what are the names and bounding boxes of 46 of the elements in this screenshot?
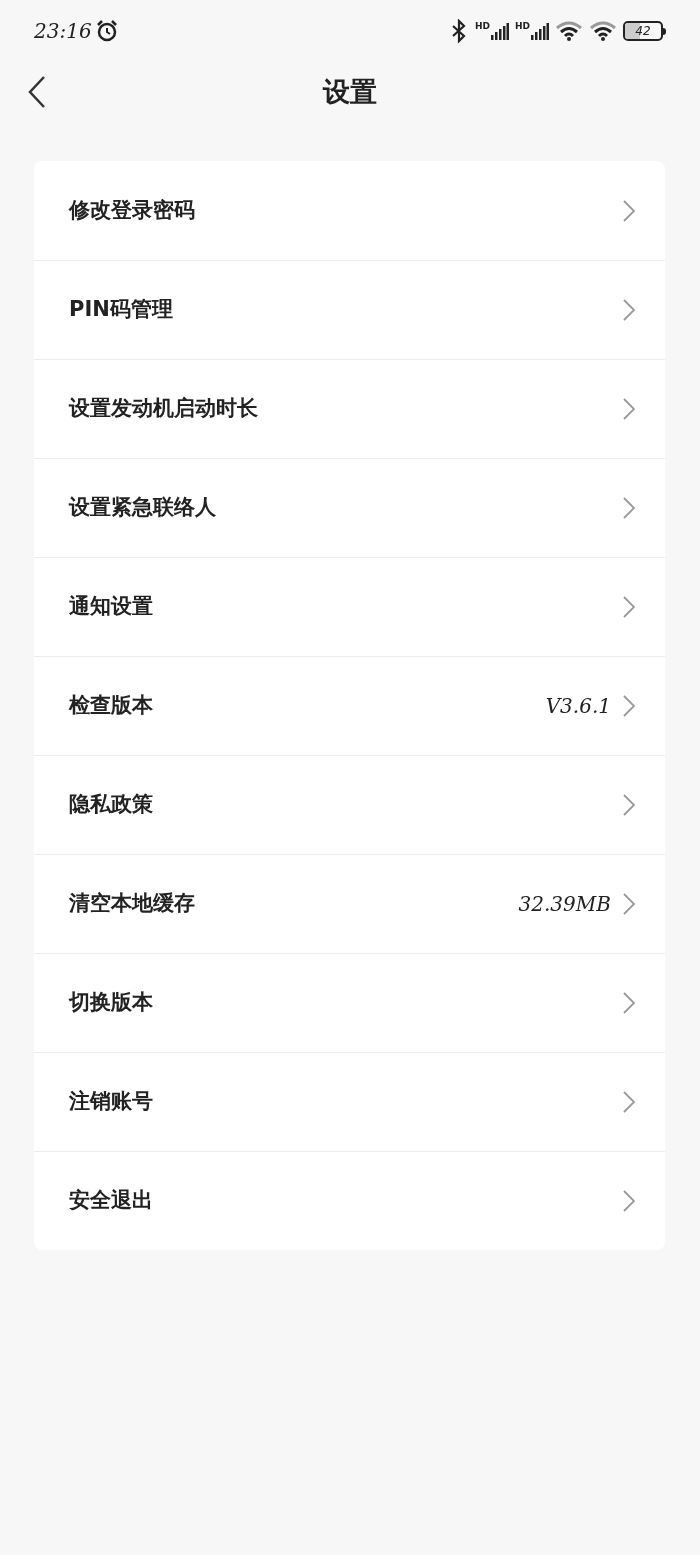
- settings-row[interactable]: 检查版本 V3.6.1: [34, 656, 665, 755]
- back-icon: [27, 75, 47, 109]
- status-time: 23:16: [34, 18, 92, 45]
- row-label: PIN码管理: [69, 296, 174, 324]
- chevron-icon: [623, 596, 635, 618]
- settings-row[interactable]: 清空本地缓存 32.39MB: [34, 854, 665, 953]
- row-label: 安全退出: [69, 1187, 154, 1215]
- row-label: 隐私政策: [69, 791, 154, 819]
- chevron-icon: [623, 1091, 635, 1113]
- chevron-icon: [623, 398, 635, 420]
- settings-row[interactable]: 设置紧急联络人: [34, 458, 665, 557]
- wifi-icon: [555, 21, 583, 41]
- network-type-label: HD: [474, 22, 490, 31]
- page-title: 设置: [323, 74, 377, 109]
- row-label: 注销账号: [69, 1088, 154, 1116]
- row-label: 设置紧急联络人: [69, 494, 217, 522]
- row-label: 切换版本: [69, 989, 154, 1017]
- chevron-icon: [623, 199, 635, 222]
- network-type-label: HD: [515, 22, 530, 31]
- wifi-icon: [589, 21, 617, 41]
- row-label: 清空本地缓存: [69, 890, 196, 918]
- settings-row[interactable]: 修改登录密码: [34, 161, 665, 260]
- alarm-icon: [95, 20, 118, 42]
- row-value: 32.39MB: [518, 891, 611, 918]
- signal-icon: [531, 22, 549, 40]
- chevron-icon: [623, 794, 635, 816]
- settings-row[interactable]: 安全退出: [34, 1151, 665, 1250]
- chevron-icon: [623, 695, 635, 717]
- row-label: 修改登录密码: [69, 196, 196, 224]
- battery-percent: 42: [635, 23, 651, 39]
- settings-row[interactable]: 隐私政策: [34, 755, 665, 854]
- signal-icon: [491, 22, 509, 40]
- chevron-icon: [623, 1190, 635, 1212]
- settings-row[interactable]: 注销账号: [34, 1052, 665, 1151]
- row-value: V3.6.1: [545, 693, 611, 720]
- settings-row[interactable]: PIN码管理: [34, 260, 665, 359]
- settings-row[interactable]: 切换版本: [34, 953, 665, 1052]
- settings-row[interactable]: 通知设置: [34, 557, 665, 656]
- row-label: 检查版本: [69, 692, 154, 720]
- chevron-icon: [623, 893, 635, 915]
- chevron-icon: [623, 299, 635, 321]
- row-label: 通知设置: [69, 593, 154, 621]
- chevron-icon: [623, 497, 635, 519]
- settings-row[interactable]: 设置发动机启动时长: [34, 359, 665, 458]
- chevron-icon: [623, 992, 635, 1014]
- row-label: 设置发动机启动时长: [69, 395, 259, 423]
